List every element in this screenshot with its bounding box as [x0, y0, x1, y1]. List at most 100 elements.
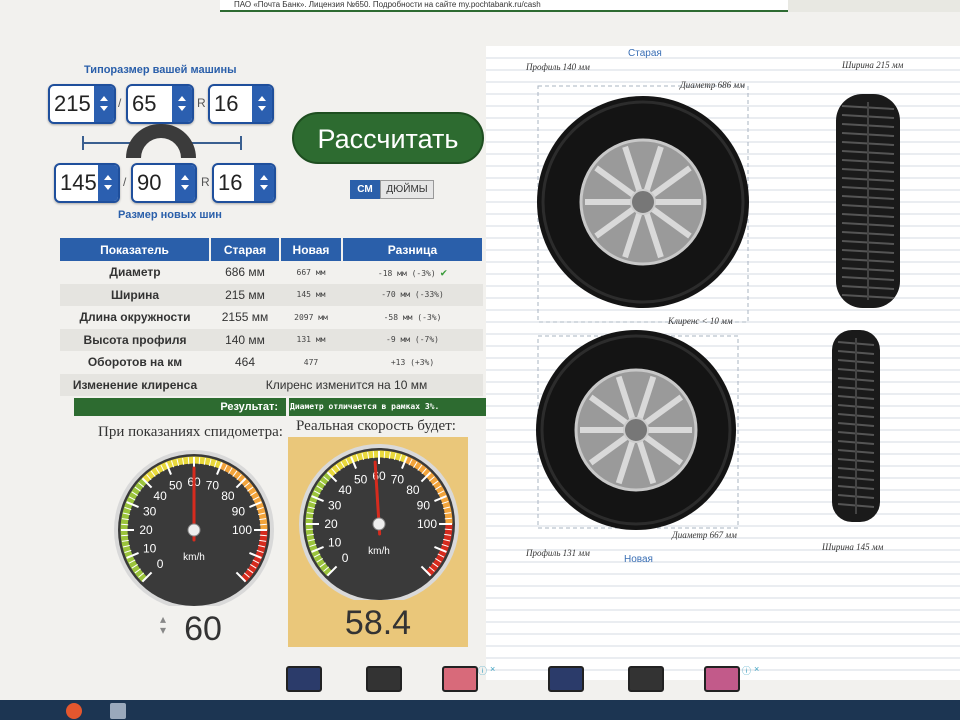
app-icon[interactable] — [110, 703, 126, 719]
col-header: Новая — [280, 238, 343, 261]
new-profile-select[interactable]: 90 — [131, 163, 197, 203]
separator: / — [118, 96, 122, 110]
app-icon[interactable] — [66, 703, 82, 719]
gauge-tick-label: 90 — [417, 499, 431, 513]
gauge-hub — [372, 517, 386, 531]
current-width-select[interactable]: 215 — [48, 84, 116, 124]
diagram-canvas — [486, 57, 960, 671]
ad-close-icon[interactable]: × — [754, 664, 759, 674]
speedometer-gauge: 0102030405060708090100km/h — [114, 450, 274, 606]
old-title: Старая — [628, 48, 662, 59]
old-width-label: Ширина 215 мм — [842, 60, 904, 70]
gauge-tick-label: 100 — [417, 517, 437, 531]
gauge-tick — [121, 523, 129, 526]
new-profile-label: Профиль 131 мм — [526, 548, 590, 558]
old-diameter-label: Диаметр 686 мм — [680, 80, 745, 90]
table-row: Высота профиля 140 мм 131 мм -9 мм (-7%) — [60, 328, 483, 351]
banner-strip — [788, 0, 960, 12]
gauge-tick-label: 10 — [328, 535, 342, 549]
checkmark-icon: ✔ — [440, 265, 448, 279]
gauge-tick-label: 20 — [324, 517, 338, 531]
gauge-tick-label: 0 — [342, 551, 349, 565]
gauge-unit-label: km/h — [183, 552, 205, 563]
gauge-tick-label: 30 — [328, 499, 342, 513]
new-width-select[interactable]: 145 — [54, 163, 120, 203]
old-profile-label: Профиль 140 мм — [526, 62, 590, 72]
select-arrow-icon — [94, 86, 114, 122]
new-diameter-label: Диаметр 667 мм — [672, 530, 737, 540]
hub — [630, 189, 656, 215]
gauge-tick-label: 40 — [338, 483, 352, 497]
new-width-label: Ширина 145 мм — [822, 542, 884, 552]
ad-banner[interactable]: ПАО «Почта Банк». Лицензия №650. Подробн… — [220, 0, 788, 12]
calculate-button[interactable]: Рассчитать — [292, 112, 484, 164]
separator: / — [123, 175, 127, 189]
ad-item[interactable] — [366, 666, 402, 692]
col-header: Старая — [210, 238, 281, 261]
table-row: Ширина 215 мм 145 мм -70 мм (-33%) — [60, 283, 483, 306]
ad-item[interactable] — [286, 666, 322, 692]
gauge-tick-label: 0 — [157, 557, 164, 571]
gauge-tick — [187, 457, 190, 465]
ad-info-icon[interactable]: ⓘ — [478, 664, 487, 677]
select-arrow-icon — [252, 86, 272, 122]
gauge-tick-label: 10 — [143, 541, 157, 555]
gauge-tick — [198, 457, 201, 465]
spinner-icon[interactable]: ▴ ▾ — [160, 613, 166, 636]
select-arrow-icon — [175, 165, 195, 201]
current-radius-select[interactable]: 16 — [208, 84, 274, 124]
taskbar — [0, 700, 960, 720]
real-speed-caption: Реальная скорость будет: — [296, 418, 456, 434]
current-profile-select[interactable]: 65 — [126, 84, 194, 124]
table-row: Диаметр 686 мм 667 мм -18 мм (-3%) ✔ — [109, 265, 448, 280]
banner-text: ПАО «Почта Банк». Лицензия №650. Подробн… — [234, 0, 541, 9]
select-arrow-icon — [98, 165, 118, 201]
gauge-tick — [259, 534, 267, 537]
unit-inches-toggle[interactable]: ДЮЙМЫ — [380, 180, 434, 199]
ad-item[interactable] — [704, 666, 740, 692]
hub — [623, 417, 649, 443]
gauge-tick-label: 80 — [221, 489, 235, 503]
table-row: Оборотов на км 464 477 +13 (+3%) — [87, 355, 435, 370]
ad-close-icon[interactable]: × — [490, 664, 495, 674]
gauge-hub — [187, 523, 201, 537]
gauge-tick — [306, 528, 314, 531]
gauge-tick-label: 100 — [232, 523, 252, 537]
clearance-label: Клиренс < 10 мм — [668, 316, 733, 326]
table-header-row: Показатель Старая Новая Разница — [60, 238, 484, 261]
separator: R — [197, 96, 206, 110]
ad-item[interactable] — [548, 666, 584, 692]
new-size-title: Размер новых шин — [118, 209, 222, 221]
separator: R — [201, 175, 210, 189]
gauge-tick-label: 80 — [406, 483, 420, 497]
speed-input-value[interactable]: 60 — [168, 610, 238, 649]
result-value: Диаметр отличается в рамках 3%. — [290, 402, 440, 411]
gauge-tick-label: 70 — [206, 479, 220, 493]
gauge-tick-label: 50 — [354, 473, 368, 487]
gauge-unit-label: km/h — [368, 546, 390, 557]
gauge-tick — [121, 534, 129, 537]
current-size-title: Типоразмер вашей машины — [84, 64, 237, 76]
real-speed-gauge: 01020304050 60 708090100km/h — [299, 444, 459, 600]
gauge-tick-label: 30 — [143, 505, 157, 519]
result-label: Результат: — [220, 401, 278, 413]
gauge-tick — [444, 517, 452, 520]
col-header: Разница — [342, 238, 484, 261]
gauge-tick — [372, 451, 375, 459]
select-arrow-icon — [172, 86, 192, 122]
new-title: Новая — [624, 554, 653, 565]
unit-cm-toggle[interactable]: СМ — [350, 180, 380, 199]
gauge-tick-label: 50 — [169, 479, 183, 493]
tire-diagram: Старая Профиль 140 мм Ширина 215 мм Диам… — [486, 46, 960, 680]
new-radius-select[interactable]: 16 — [212, 163, 276, 203]
comparison-table: Показатель Старая Новая Разница Диаметр … — [60, 238, 484, 396]
gauge-tick — [259, 523, 267, 526]
gauge-tick-label: 20 — [139, 523, 153, 537]
table-row: Длина окружности 2155 мм 2097 мм -58 мм … — [79, 310, 442, 325]
ad-info-icon[interactable]: ⓘ — [742, 664, 751, 677]
gauge-tick-label: 70 — [391, 473, 405, 487]
ad-item[interactable] — [442, 666, 478, 692]
result-bar: Результат: Диаметр отличается в рамках 3… — [74, 398, 486, 416]
gauge-tick — [306, 517, 314, 520]
ad-item[interactable] — [628, 666, 664, 692]
